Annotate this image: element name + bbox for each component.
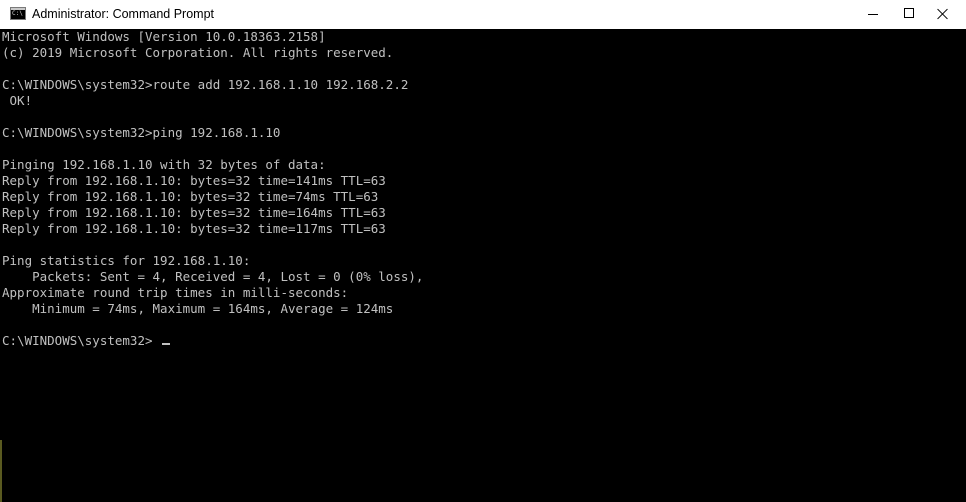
command-prompt-line: C:\WINDOWS\system32> [2,333,153,348]
console-line: C:\WINDOWS\system32>ping 192.168.1.10 [2,125,281,140]
console-line: Microsoft Windows [Version 10.0.18363.21… [2,29,326,44]
console-output[interactable]: Microsoft Windows [Version 10.0.18363.21… [0,29,966,502]
console-line: Ping statistics for 192.168.1.10: [2,253,251,268]
close-button[interactable] [920,0,966,29]
console-line: Minimum = 74ms, Maximum = 164ms, Average… [2,301,394,316]
command-prompt-icon[interactable] [10,7,26,20]
console-line: Packets: Sent = 4, Received = 4, Lost = … [2,269,424,284]
console-line: C:\WINDOWS\system32>route add 192.168.1.… [2,77,409,92]
command-prompt-window: Administrator: Command Prompt Microsoft … [0,0,966,502]
console-line: OK! [2,93,33,108]
console-line: Reply from 192.168.1.10: bytes=32 time=1… [2,221,386,236]
console-line: Reply from 192.168.1.10: bytes=32 time=7… [2,189,379,204]
console-line: Reply from 192.168.1.10: bytes=32 time=1… [2,205,386,220]
minimize-icon [868,14,878,15]
title-bar[interactable]: Administrator: Command Prompt [0,0,966,29]
console-line: Approximate round trip times in milli-se… [2,285,349,300]
console-line: (c) 2019 Microsoft Corporation. All righ… [2,45,394,60]
console-line: Pinging 192.168.1.10 with 32 bytes of da… [2,157,326,172]
window-title: Administrator: Command Prompt [32,7,215,21]
text-cursor [162,343,170,345]
close-icon [937,8,948,19]
maximize-icon [904,8,914,18]
left-edge-artifact [0,440,2,502]
console-line: Reply from 192.168.1.10: bytes=32 time=1… [2,173,386,188]
